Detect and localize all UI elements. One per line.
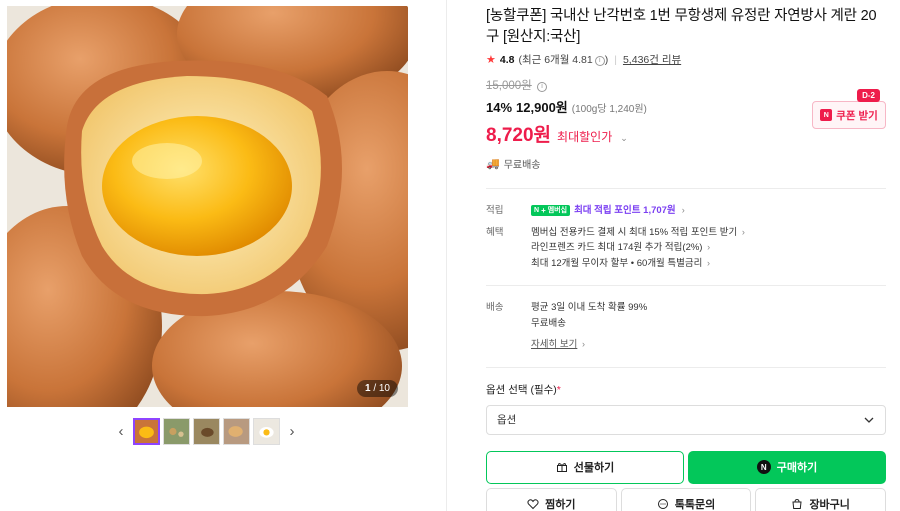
rating-separator: |: [614, 53, 617, 66]
chevron-down-icon: [863, 414, 875, 426]
heart-icon: [527, 498, 539, 510]
points-row: 적립 N + 멤버십 최대 적립 포인트 1,707원 ›: [486, 203, 886, 219]
best-price: 8,720원: [486, 125, 552, 146]
chevron-down-icon: ⌄: [620, 133, 628, 143]
benefit-line-linefriends-card[interactable]: 라인프렌즈 카드 최대 174원 추가 적립(2%) ›: [531, 240, 886, 256]
coupon-button[interactable]: N 쿠폰 받기: [812, 101, 886, 129]
product-title: [농할쿠폰] 국내산 난각번호 1번 무항생제 유정란 자연방사 계란 20구 …: [486, 8, 877, 45]
delivery-row: 배송 평균 3일 이내 도착 확률 99% 무료배송 자세히 보기 ›: [486, 300, 886, 353]
divider: [486, 366, 886, 368]
points-label: 적립: [486, 205, 504, 216]
sale-price: 12,900원: [516, 100, 568, 115]
option-select[interactable]: 옵션: [486, 404, 886, 435]
option-label: 옵션 선택 (필수)*: [486, 383, 561, 396]
benefits-label: 혜택: [486, 226, 504, 238]
benefit-line-installment[interactable]: 최대 12개월 무이자 할부 • 60개월 특별금리 ›: [531, 256, 886, 272]
column-divider: [446, 0, 447, 511]
rating-detail: (최근 6개월 4.81 i): [518, 54, 609, 66]
max-points-link[interactable]: 최대 적립 포인트 1,707원: [574, 203, 676, 219]
star-icon: ★: [486, 54, 496, 66]
divider: [486, 188, 886, 189]
original-price: 15,000원 i: [486, 77, 886, 93]
thumbnail-3[interactable]: [193, 418, 220, 445]
egg-photo: [7, 6, 408, 407]
chat-bubble-icon: [657, 498, 669, 510]
secondary-buttons: 찜하기 톡톡문의 장바구니: [486, 487, 887, 511]
thumbnail-next-arrow[interactable]: ›: [283, 423, 301, 440]
delivery-arrival-rate: 평균 3일 이내 도착 확률 99%: [531, 302, 648, 313]
thumbnail-5[interactable]: [253, 418, 280, 445]
thumbnail-strip: ‹ ›: [112, 418, 301, 445]
benefit-line-membership-card[interactable]: 멤버십 전용카드 결제 시 최대 15% 적립 포인트 받기 ›: [531, 225, 886, 241]
image-counter: 1 / 10: [356, 380, 398, 397]
thumbnail-1[interactable]: [133, 418, 160, 445]
price-info-icon[interactable]: i: [536, 82, 547, 92]
delivery-more-link[interactable]: 자세히 보기 ›: [531, 337, 886, 353]
coupon-area: D-2 N 쿠폰 받기: [812, 89, 886, 129]
primary-buttons: 선물하기 N 구매하기: [486, 450, 886, 484]
gift-button[interactable]: 선물하기: [486, 450, 684, 484]
thumbnail-2[interactable]: [163, 418, 190, 445]
naver-pay-icon: N: [756, 460, 771, 474]
talk-inquiry-button[interactable]: 톡톡문의: [620, 487, 752, 511]
cart-button[interactable]: 장바구니: [755, 487, 887, 511]
unit-price: (100g당 1,240원): [571, 104, 647, 115]
chevron-right-icon: ›: [681, 205, 685, 215]
best-price-label: 최대할인가: [557, 130, 613, 144]
thumbnail-prev-arrow[interactable]: ‹: [112, 423, 130, 440]
shopping-bag-icon: [791, 498, 803, 510]
discount-rate: 14%: [486, 100, 513, 115]
coupon-dday-badge: D-2: [857, 89, 880, 102]
rating-row: ★ 4.8 (최근 6개월 4.81 i) | 5,436건 리뷰: [486, 52, 886, 67]
rating-score: 4.8: [499, 53, 515, 66]
delivery-label: 배송: [486, 302, 504, 313]
product-main-image[interactable]: 1 / 10: [7, 6, 408, 407]
shipping-summary: 🚚 무료배송: [486, 158, 541, 171]
delivery-fee: 무료배송: [531, 317, 566, 329]
product-info-panel: [농할쿠폰] 국내산 난각번호 1번 무항생제 유정란 자연방사 계란 20구 …: [486, 6, 887, 511]
thumbnail-4[interactable]: [223, 418, 250, 445]
buy-button[interactable]: N 구매하기: [688, 450, 886, 484]
info-icon[interactable]: i: [594, 56, 605, 66]
naver-plus-membership-icon: N + 멤버십: [531, 205, 571, 217]
truck-icon: 🚚: [486, 158, 500, 170]
naver-n-icon: N: [820, 109, 833, 121]
divider: [486, 285, 886, 286]
wish-button[interactable]: 찜하기: [486, 487, 617, 511]
benefits-row: 혜택 멤버십 전용카드 결제 시 최대 15% 적립 포인트 받기 › 라인프렌…: [486, 225, 886, 272]
gift-icon: [556, 461, 568, 473]
review-count-link[interactable]: 5,436건 리뷰: [623, 52, 681, 67]
